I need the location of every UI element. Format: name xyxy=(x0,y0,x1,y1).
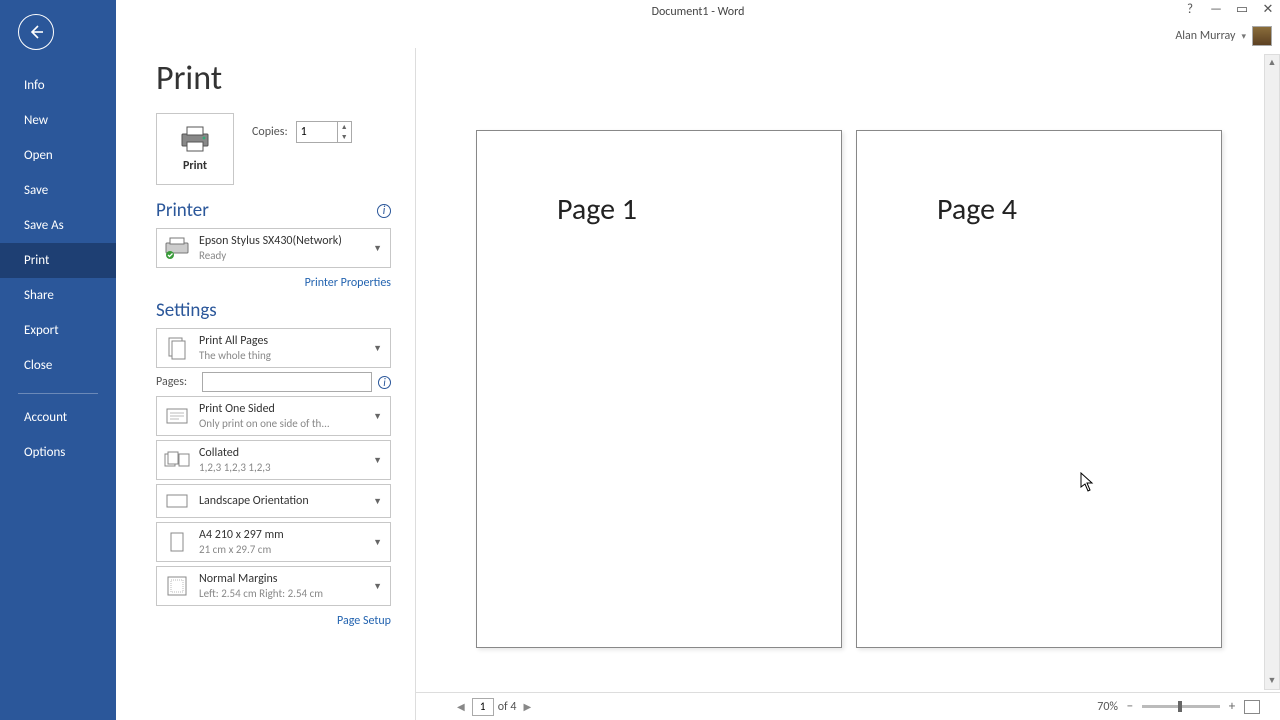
printer-status: Ready xyxy=(199,249,371,263)
zoom-out-button[interactable]: − xyxy=(1124,699,1136,714)
title-bar: Document1 - Word ? — ▭ ✕ xyxy=(116,0,1280,24)
zoom-slider[interactable] xyxy=(1142,705,1220,708)
sidebar-item-save[interactable]: Save xyxy=(0,173,116,208)
sidebar-item-account[interactable]: Account xyxy=(0,400,116,435)
print-button-label: Print xyxy=(183,159,207,173)
printer-heading: Printer i xyxy=(156,199,391,222)
main-area: Document1 - Word ? — ▭ ✕ Alan Murray ▾ P… xyxy=(116,0,1280,720)
sidebar-item-options[interactable]: Options xyxy=(0,435,116,470)
chevron-down-icon: ▼ xyxy=(371,537,384,548)
copies-spinner[interactable]: ▲▼ xyxy=(296,121,352,143)
avatar[interactable] xyxy=(1252,26,1272,46)
user-name[interactable]: Alan Murray xyxy=(1175,29,1235,43)
close-icon[interactable]: ✕ xyxy=(1260,2,1276,17)
sidebar-item-share[interactable]: Share xyxy=(0,278,116,313)
print-button[interactable]: Print xyxy=(156,113,234,185)
orientation-title: Landscape Orientation xyxy=(199,494,371,509)
collate-icon xyxy=(163,446,191,474)
paper-size-icon xyxy=(163,528,191,556)
copies-label: Copies: xyxy=(252,125,288,139)
pages-info-icon[interactable]: i xyxy=(378,376,391,389)
print-settings-column: Print Print Copies: ▲▼ Printer i xyxy=(116,48,416,720)
sidebar-item-export[interactable]: Export xyxy=(0,313,116,348)
preview-page-1: Page 1 xyxy=(476,130,842,648)
collate-title: Collated xyxy=(199,446,371,461)
restore-icon[interactable]: ▭ xyxy=(1234,2,1250,17)
collate-sub: 1,2,3 1,2,3 1,2,3 xyxy=(199,461,371,475)
scroll-down-icon[interactable]: ▼ xyxy=(1265,673,1279,689)
chevron-down-icon: ▼ xyxy=(371,581,384,592)
print-preview: Page 1 Page 4 ▲ ▼ ◀ of 4 ▶ xyxy=(416,48,1280,720)
sidebar-item-save-as[interactable]: Save As xyxy=(0,208,116,243)
window-title: Document1 - Word xyxy=(652,5,745,19)
chevron-down-icon: ▼ xyxy=(371,496,384,507)
printer-name: Epson Stylus SX430(Network) xyxy=(199,234,371,249)
settings-heading: Settings xyxy=(156,299,391,322)
backstage-sidebar: Info New Open Save Save As Print Share E… xyxy=(0,0,116,720)
back-button[interactable] xyxy=(18,14,54,50)
next-page-button[interactable]: ▶ xyxy=(521,700,535,713)
printer-properties-link[interactable]: Printer Properties xyxy=(305,276,391,290)
sidebar-separator xyxy=(18,393,98,394)
chevron-down-icon: ▼ xyxy=(371,343,384,354)
one-sided-icon xyxy=(163,402,191,430)
sidebar-item-print[interactable]: Print xyxy=(0,243,116,278)
orientation-dropdown[interactable]: Landscape Orientation ▼ xyxy=(156,484,391,518)
paper-dropdown[interactable]: A4 210 x 297 mm 21 cm x 29.7 cm ▼ xyxy=(156,522,391,562)
chevron-down-icon: ▼ xyxy=(371,455,384,466)
zoom-fit-button[interactable] xyxy=(1244,700,1260,714)
print-scope-sub: The whole thing xyxy=(199,349,371,363)
sidebar-item-new[interactable]: New xyxy=(0,103,116,138)
printer-info-icon[interactable]: i xyxy=(377,204,391,218)
prev-page-button[interactable]: ◀ xyxy=(454,700,468,713)
print-scope-title: Print All Pages xyxy=(199,334,371,349)
pages-input[interactable] xyxy=(202,372,372,392)
scroll-up-icon[interactable]: ▲ xyxy=(1265,55,1279,71)
preview-scrollbar[interactable]: ▲ ▼ xyxy=(1264,54,1280,690)
paper-title: A4 210 x 297 mm xyxy=(199,528,371,543)
preview-page-text: Page 1 xyxy=(557,191,761,228)
printer-device-icon xyxy=(163,234,191,262)
minimize-icon[interactable]: — xyxy=(1208,2,1224,17)
preview-page-2: Page 4 xyxy=(856,130,1222,648)
sidebar-item-open[interactable]: Open xyxy=(0,138,116,173)
margins-icon xyxy=(163,572,191,600)
sidebar-nav: Info New Open Save Save As Print Share E… xyxy=(0,68,116,470)
chevron-down-icon: ▼ xyxy=(371,243,384,254)
printer-icon xyxy=(178,125,212,153)
margins-title: Normal Margins xyxy=(199,572,371,587)
preview-page-text: Page 4 xyxy=(937,191,1141,228)
zoom-in-button[interactable]: + xyxy=(1226,699,1238,714)
pages-icon xyxy=(163,334,191,362)
page-total-label: of 4 xyxy=(498,700,517,714)
collate-dropdown[interactable]: Collated 1,2,3 1,2,3 1,2,3 ▼ xyxy=(156,440,391,480)
sidebar-item-close[interactable]: Close xyxy=(0,348,116,383)
paper-sub: 21 cm x 29.7 cm xyxy=(199,543,371,557)
zoom-label: 70% xyxy=(1097,700,1118,714)
sidebar-item-info[interactable]: Info xyxy=(0,68,116,103)
user-row: Alan Murray ▾ xyxy=(116,24,1280,48)
page-setup-link[interactable]: Page Setup xyxy=(337,614,391,628)
printer-dropdown[interactable]: Epson Stylus SX430(Network) Ready ▼ xyxy=(156,228,391,268)
page-title: Print xyxy=(156,58,391,99)
copies-input[interactable] xyxy=(297,122,337,142)
print-scope-dropdown[interactable]: Print All Pages The whole thing ▼ xyxy=(156,328,391,368)
margins-sub: Left: 2.54 cm Right: 2.54 cm xyxy=(199,587,371,601)
pages-label: Pages: xyxy=(156,375,196,389)
chevron-down-icon: ▼ xyxy=(371,411,384,422)
page-number-input[interactable] xyxy=(472,698,494,716)
sides-sub: Only print on one side of th... xyxy=(199,417,371,431)
copies-down[interactable]: ▼ xyxy=(338,132,351,142)
help-icon[interactable]: ? xyxy=(1182,2,1198,17)
landscape-icon xyxy=(163,487,191,515)
margins-dropdown[interactable]: Normal Margins Left: 2.54 cm Right: 2.54… xyxy=(156,566,391,606)
user-menu-caret[interactable]: ▾ xyxy=(1241,31,1246,42)
sides-title: Print One Sided xyxy=(199,402,371,417)
copies-up[interactable]: ▲ xyxy=(338,122,351,132)
sides-dropdown[interactable]: Print One Sided Only print on one side o… xyxy=(156,396,391,436)
preview-footer: ◀ of 4 ▶ 70% − + xyxy=(416,692,1280,720)
